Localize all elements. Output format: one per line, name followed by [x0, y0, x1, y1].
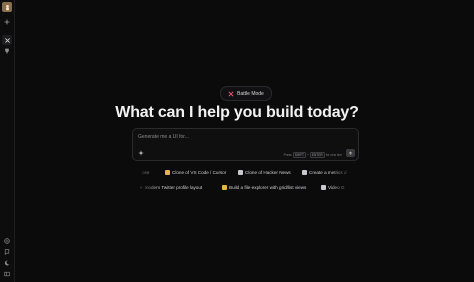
- chart-icon: [302, 169, 307, 175]
- hint-plus: +: [307, 153, 309, 157]
- globe-icon[interactable]: [3, 237, 11, 245]
- trophy-icon[interactable]: [3, 47, 11, 55]
- enhance-prompt-icon[interactable]: [138, 150, 144, 156]
- arrow-up-icon: [348, 151, 353, 155]
- hint-tail: for new line: [325, 153, 342, 157]
- battle-mode-label: Battle Mode: [237, 90, 264, 97]
- prompt-input[interactable]: Generate me a UI for...: [138, 134, 189, 140]
- document-icon: [238, 169, 243, 175]
- send-button[interactable]: [346, 149, 355, 157]
- suggestion-chip[interactable]: Clone of Hacker News: [238, 167, 291, 177]
- sidebar-toggle-icon[interactable]: [3, 270, 11, 278]
- suggestion-chip[interactable]: Clone of VS Code / Cursor: [165, 167, 226, 177]
- suggestions-fade-left: [132, 165, 162, 195]
- app-logo-icon[interactable]: [2, 2, 12, 12]
- video-icon: [321, 184, 326, 190]
- hint-key-enter: ENTER: [309, 152, 325, 158]
- feedback-icon[interactable]: [3, 248, 11, 256]
- crossed-swords-icon: [228, 91, 234, 97]
- folder-icon: [222, 184, 227, 190]
- folder-icon: [165, 169, 170, 175]
- hint-press: Press: [283, 153, 292, 157]
- hint-key-shift: SHIFT: [292, 152, 306, 158]
- battle-mode-badge[interactable]: Battle Mode: [220, 86, 272, 101]
- suggestions-fade-right: [330, 165, 355, 195]
- prompt-box[interactable]: Generate me a UI for... Press SHIFT + EN…: [132, 128, 359, 161]
- suggestion-chip[interactable]: Build a file-explorer with grid/list vie…: [222, 182, 306, 192]
- newline-hint: Press SHIFT + ENTER for new line: [284, 152, 342, 158]
- page-title: What can I help you build today?: [115, 104, 359, 121]
- theme-toggle-icon[interactable]: [3, 259, 11, 267]
- left-rail: [0, 0, 15, 282]
- battle-mode-icon[interactable]: [2, 35, 12, 45]
- new-chat-icon[interactable]: [3, 18, 11, 26]
